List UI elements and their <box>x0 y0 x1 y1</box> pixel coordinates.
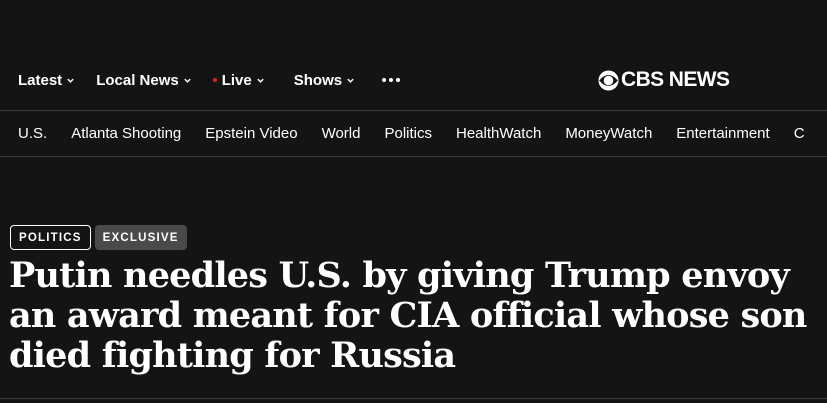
logo-text: CBS NEWS <box>621 68 730 91</box>
live-indicator-dot <box>212 78 217 82</box>
tag-exclusive: EXCLUSIVE <box>94 225 187 250</box>
divider <box>0 398 827 399</box>
nav-shows[interactable]: Shows <box>294 72 355 89</box>
cbs-news-logo[interactable]: CBS NEWS <box>598 68 730 92</box>
subnav-item-truncated[interactable]: C <box>794 125 805 142</box>
nav-latest-label: Latest <box>18 71 63 89</box>
subnav-item-healthwatch[interactable]: HealthWatch <box>456 125 541 142</box>
section-subnav: U.S. Atlanta Shooting Epstein Video Worl… <box>0 111 827 157</box>
nav-live-label: Live <box>221 71 252 89</box>
chevron-down-icon <box>67 78 74 83</box>
nav-latest[interactable]: Latest <box>18 72 75 89</box>
nav-local-news-label: Local News <box>96 71 179 89</box>
article-tags: POLITICS EXCLUSIVE <box>10 225 191 250</box>
article-headline: Putin needles U.S. by giving Trump envoy… <box>9 255 807 376</box>
cbs-eye-icon <box>598 69 619 91</box>
nav-shows-label: Shows <box>293 71 343 89</box>
chevron-down-icon <box>257 78 264 83</box>
subnav-item-us[interactable]: U.S. <box>18 125 47 142</box>
nav-local-news[interactable]: Local News <box>96 72 192 89</box>
primary-nav: Latest Local News Live Shows <box>18 70 401 90</box>
nav-live[interactable]: Live <box>212 71 265 89</box>
top-header: Latest Local News Live Shows CBS NEWS <box>0 0 827 111</box>
subnav-item-epstein-video[interactable]: Epstein Video <box>205 125 297 142</box>
tag-politics[interactable]: POLITICS <box>10 225 91 250</box>
chevron-down-icon <box>347 78 354 83</box>
subnav-item-entertainment[interactable]: Entertainment <box>676 125 769 142</box>
subnav-item-moneywatch[interactable]: MoneyWatch <box>565 125 652 142</box>
ellipsis-icon[interactable] <box>382 78 401 82</box>
subnav-item-politics[interactable]: Politics <box>384 125 432 142</box>
subnav-item-world[interactable]: World <box>322 125 361 142</box>
subnav-item-atlanta-shooting[interactable]: Atlanta Shooting <box>71 125 181 142</box>
chevron-down-icon <box>184 78 191 83</box>
